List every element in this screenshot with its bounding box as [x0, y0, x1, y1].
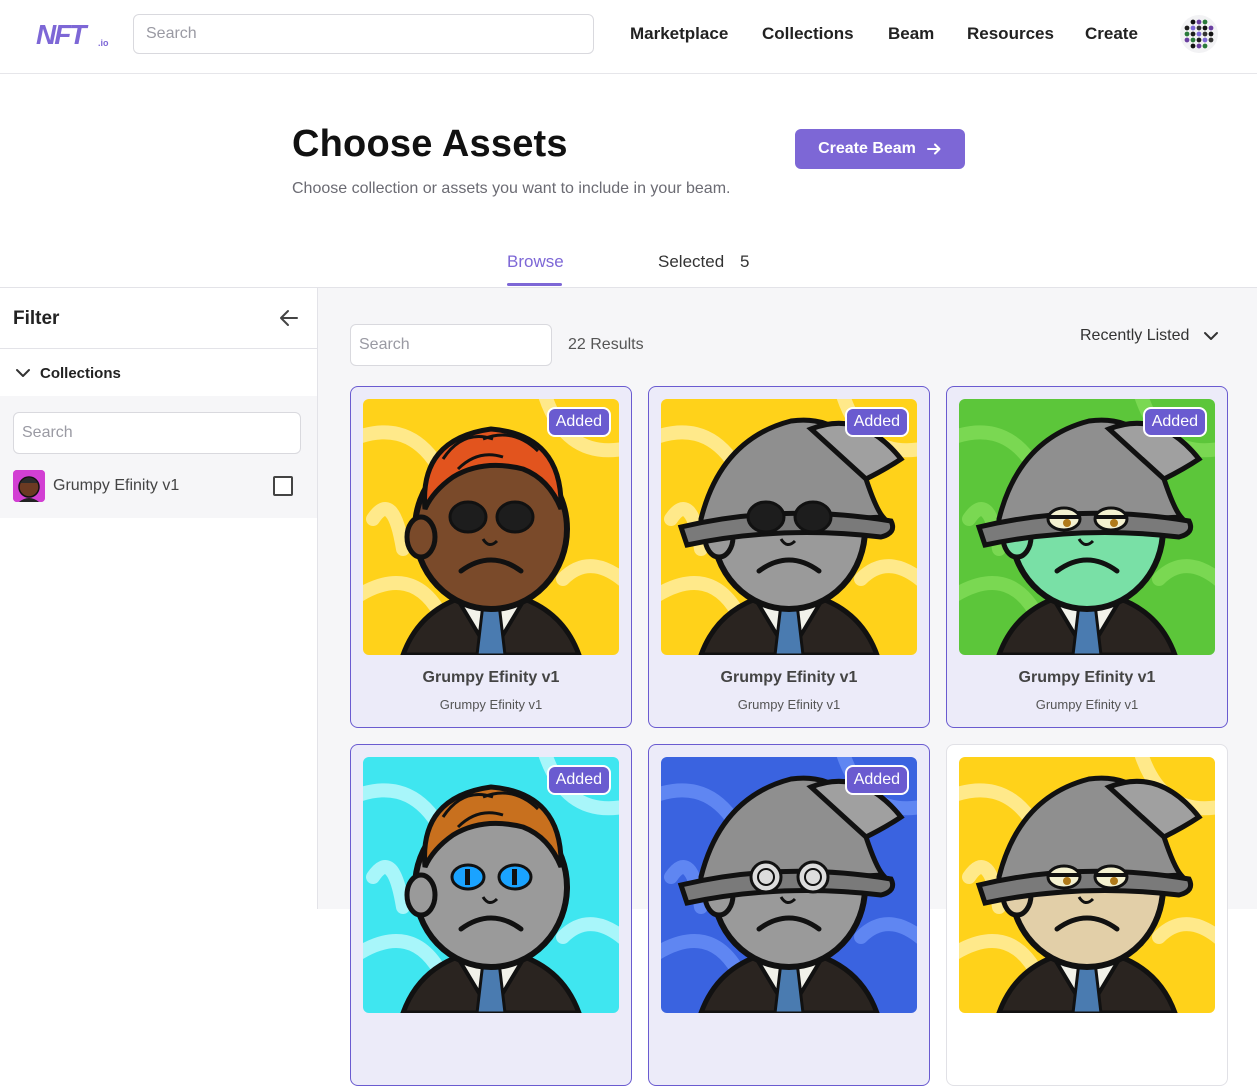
collections-section-toggle[interactable]: Collections [14, 364, 121, 382]
asset-card[interactable]: Added Grumpy Efinity v1 Grumpy Efinity v1 [946, 386, 1228, 728]
asset-card[interactable]: Added [350, 744, 632, 1086]
sort-dropdown[interactable]: Recently Listed [1080, 326, 1221, 346]
asset-card[interactable]: Added Grumpy Efinity v1 Grumpy Efinity v1 [350, 386, 632, 728]
asset-title: Grumpy Efinity v1 [422, 669, 560, 686]
asset-image [959, 757, 1215, 1013]
asset-search-input[interactable] [350, 324, 552, 366]
sidebar-divider [0, 348, 317, 349]
selected-count: 5 [740, 252, 750, 271]
nft-io-logo[interactable]: NFT .io [36, 18, 116, 50]
collection-name: Grumpy Efinity v1 [53, 477, 180, 494]
assets-panel: 22 Results Recently Listed Added Grumpy E… [318, 288, 1257, 1086]
collection-thumbnail [13, 470, 45, 502]
nav-beam[interactable]: Beam [888, 24, 934, 44]
tab-browse[interactable]: Browse [507, 252, 564, 272]
asset-card[interactable] [946, 744, 1228, 1086]
sort-label: Recently Listed [1080, 327, 1190, 344]
chevron-down-icon [16, 369, 30, 377]
asset-collection: Grumpy Efinity v1 [1035, 697, 1139, 712]
arrow-left-icon[interactable] [277, 306, 301, 330]
filter-sidebar: Filter Collections Grumpy Efinity v1 [0, 288, 318, 909]
added-badge: Added [1142, 407, 1207, 437]
create-beam-button[interactable]: Create Beam [795, 129, 965, 169]
asset-card[interactable]: Added [648, 744, 930, 1086]
asset-collection: Grumpy Efinity v1 [439, 697, 543, 712]
page-subtitle: Choose collection or assets you want to … [292, 180, 731, 197]
asset-image [363, 757, 619, 1013]
svg-text:.io: .io [98, 38, 109, 48]
asset-image [661, 399, 917, 655]
collections-panel: Grumpy Efinity v1 [0, 396, 317, 518]
tab-active-indicator [507, 283, 562, 286]
added-badge: Added [546, 765, 611, 795]
svg-text:NFT: NFT [36, 19, 89, 50]
tab-selected[interactable]: Selected [658, 252, 724, 272]
asset-image [661, 757, 917, 1013]
asset-card[interactable]: Added Grumpy Efinity v1 Grumpy Efinity v1 [648, 386, 930, 728]
user-avatar[interactable] [1180, 15, 1218, 53]
filter-title: Filter [13, 308, 60, 329]
asset-title: Grumpy Efinity v1 [1018, 669, 1156, 686]
asset-collection: Grumpy Efinity v1 [737, 697, 841, 712]
added-badge: Added [844, 407, 909, 437]
nav-create[interactable]: Create [1085, 24, 1138, 44]
asset-image [959, 399, 1215, 655]
nav-marketplace[interactable]: Marketplace [630, 24, 728, 44]
asset-image [363, 399, 619, 655]
page-title: Choose Assets [292, 123, 568, 165]
collection-search-input[interactable] [13, 412, 301, 454]
asset-title: Grumpy Efinity v1 [720, 669, 858, 686]
collections-section-label: Collections [40, 364, 121, 382]
nav-collections[interactable]: Collections [762, 24, 854, 44]
create-beam-label: Create Beam [818, 140, 916, 157]
avatar-pattern-icon [1184, 19, 1214, 49]
added-badge: Added [844, 765, 909, 795]
chevron-down-icon [1204, 332, 1219, 340]
top-navbar: NFT .io Marketplace Collections Beam Res… [0, 0, 1257, 74]
collection-checkbox[interactable] [273, 476, 293, 496]
global-search-input[interactable] [133, 14, 594, 54]
collection-item[interactable]: Grumpy Efinity v1 [13, 470, 301, 502]
nav-resources[interactable]: Resources [967, 24, 1054, 44]
results-count: 22 Results [568, 336, 644, 353]
added-badge: Added [546, 407, 611, 437]
arrow-right-icon [926, 143, 941, 155]
